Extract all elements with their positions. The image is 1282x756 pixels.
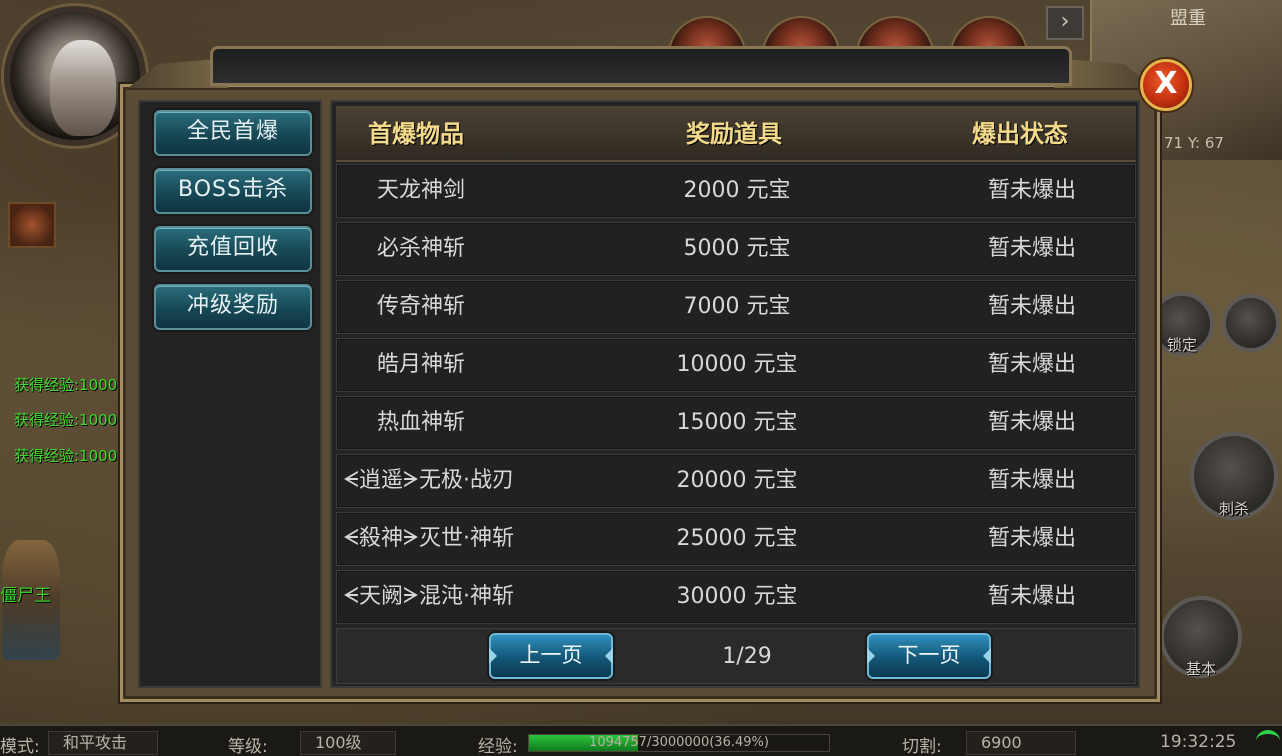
clock-time: 19:32:25 (1160, 732, 1237, 752)
row-status: 暂未爆出 (987, 526, 1076, 551)
level-value: 100级 (300, 731, 396, 755)
cut-label: 切割: (902, 737, 942, 756)
lock-skill-label: 锁定 (1166, 336, 1197, 354)
pagination-bar: 上一页 1/29 下一页 (336, 628, 1136, 684)
row-item-name: 热血神斩 (377, 410, 466, 435)
buff-icon[interactable] (8, 202, 56, 248)
basic-skill-label: 基本 (1185, 660, 1216, 678)
close-icon: X (1154, 66, 1178, 101)
attack-mode-value[interactable]: 和平攻击 (48, 731, 158, 755)
row-reward: 7000 元宝 (683, 294, 791, 319)
row-item-name: 传奇神斩 (377, 294, 466, 319)
page-indicator: 1/29 (722, 644, 772, 669)
exp-label: 经验: (478, 737, 518, 756)
dialog-sidebar: 全民首爆 BOSS击杀 充值回收 冲级奖励 (138, 100, 322, 688)
row-status: 暂未爆出 (987, 236, 1076, 261)
row-status: 暂未爆出 (987, 468, 1076, 493)
table-row: ᗕ殺神ᗒ灭世·神斩 25000 元宝 暂未爆出 (336, 512, 1136, 566)
row-status: 暂未爆出 (987, 178, 1076, 203)
row-status: 暂未爆出 (987, 294, 1076, 319)
table-row: ᗕ天阙ᗒ混沌·神斩 30000 元宝 暂未爆出 (336, 570, 1136, 624)
assassinate-skill-label: 刺杀 (1218, 500, 1249, 518)
wifi-icon (1256, 730, 1280, 752)
tab-all-first-drop[interactable]: 全民首爆 (154, 110, 312, 156)
close-button[interactable]: X (1140, 59, 1192, 111)
row-reward: 15000 元宝 (676, 410, 798, 435)
tab-boss-kill[interactable]: BOSS击杀 (154, 168, 312, 214)
row-reward: 10000 元宝 (676, 352, 798, 377)
exp-message: 获得经验:10000 (14, 376, 127, 394)
column-header-item: 首爆物品 (368, 119, 464, 148)
status-bar: 模式: 和平攻击 等级: 100级 经验: 1094757/3000000(36… (0, 724, 1282, 756)
table-row: 热血神斩 15000 元宝 暂未爆出 (336, 396, 1136, 450)
level-label: 等级: (228, 737, 268, 756)
row-reward: 30000 元宝 (676, 584, 798, 609)
row-item-name: ᗕ逍遥ᗒ无极·战刃 (343, 468, 514, 493)
tab-recharge-recycle[interactable]: 充值回收 (154, 226, 312, 272)
row-item-name: 必杀神斩 (377, 236, 466, 261)
avatar-portrait (50, 40, 116, 136)
table-header: 首爆物品 奖励道具 爆出状态 (336, 106, 1136, 162)
column-header-status: 爆出状态 (972, 119, 1068, 148)
mode-label: 模式: (0, 737, 40, 756)
npc-name-label: 僵尸王 (0, 586, 51, 606)
row-reward: 20000 元宝 (676, 468, 798, 493)
minimap-coordinates: 71 Y: 67 (1164, 134, 1224, 152)
skill-slot-icon[interactable] (1222, 294, 1280, 352)
row-item-name: 皓月神斩 (377, 352, 466, 377)
next-page-button[interactable]: 下一页 (867, 633, 991, 679)
exp-message: 获得经验:10000 (14, 447, 127, 465)
row-item-name: ᗕ天阙ᗒ混沌·神斩 (343, 584, 514, 609)
prev-page-button[interactable]: 上一页 (489, 633, 613, 679)
row-reward: 2000 元宝 (683, 178, 791, 203)
row-item-name: ᗕ殺神ᗒ灭世·神斩 (343, 526, 514, 551)
table-row: 传奇神斩 7000 元宝 暂未爆出 (336, 280, 1136, 334)
row-item-name: 天龙神剑 (377, 178, 466, 203)
row-status: 暂未爆出 (987, 352, 1076, 377)
table-row: ᗕ逍遥ᗒ无极·战刃 20000 元宝 暂未爆出 (336, 454, 1136, 508)
basic-attack-button[interactable]: 基本 (1160, 596, 1242, 678)
exp-progress-text: 1094757/3000000(36.49%) (589, 735, 769, 750)
tab-level-reward[interactable]: 冲级奖励 (154, 284, 312, 330)
dialog-title-bar (210, 46, 1072, 86)
table-row: 必杀神斩 5000 元宝 暂未爆出 (336, 222, 1136, 276)
row-status: 暂未爆出 (987, 410, 1076, 435)
minimap-title: 盟重 (1170, 8, 1206, 29)
exp-progress-bar: 1094757/3000000(36.49%) (528, 734, 830, 752)
assassinate-skill-button[interactable]: 刺杀 (1190, 432, 1278, 520)
expand-arrow-icon[interactable]: › (1046, 6, 1084, 40)
row-reward: 5000 元宝 (683, 236, 791, 261)
row-status: 暂未爆出 (987, 584, 1076, 609)
row-reward: 25000 元宝 (676, 526, 798, 551)
cut-value: 6900 (966, 731, 1076, 755)
drop-table: 首爆物品 奖励道具 爆出状态 天龙神剑 2000 元宝 暂未爆出 必杀神斩 50… (330, 100, 1140, 688)
table-row: 皓月神斩 10000 元宝 暂未爆出 (336, 338, 1136, 392)
column-header-reward: 奖励道具 (686, 119, 782, 148)
exp-message: 获得经验:10000 (14, 411, 127, 429)
table-row: 天龙神剑 2000 元宝 暂未爆出 (336, 164, 1136, 218)
